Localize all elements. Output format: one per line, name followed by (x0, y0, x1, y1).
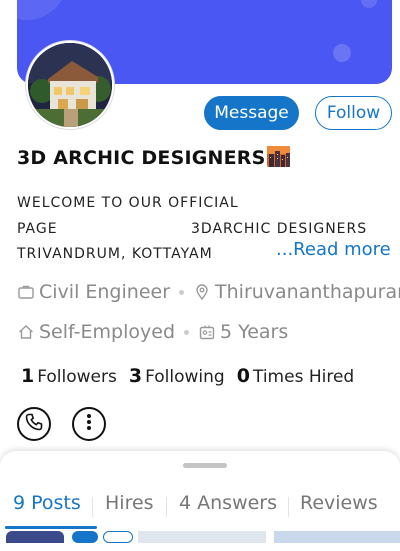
call-button[interactable] (17, 407, 51, 441)
city-sunset-icon (266, 146, 290, 167)
message-button[interactable]: Message (204, 96, 299, 130)
location-pin-icon (193, 283, 211, 301)
tab-posts[interactable]: 9 Posts (13, 492, 81, 514)
tab-divider (288, 497, 289, 517)
post-thumbnail (72, 531, 98, 543)
cover-decoration (361, 0, 377, 8)
location-text: Thiruvananthapuram (215, 281, 400, 303)
followers-stat[interactable]: 1 Followers (21, 365, 117, 387)
bio-line: PAGE (17, 221, 58, 237)
employment-experience-row: Self-Employed 5 Years (17, 321, 288, 343)
separator-dot (184, 329, 190, 335)
profession-location-row: Civil Engineer Thiruvananthapuram (17, 281, 400, 303)
tab-answers[interactable]: 4 Answers (179, 492, 277, 514)
post-thumbnail[interactable] (6, 531, 64, 543)
home-icon (17, 323, 35, 341)
bio-line: TRIVANDRUM, KOTTAYAM (17, 246, 213, 262)
post-thumbnail[interactable] (274, 531, 400, 543)
profile-name: 3D ARCHIC DESIGNERS (17, 146, 290, 169)
post-thumbnail[interactable] (138, 531, 266, 543)
read-more-link[interactable]: ...Read more (276, 239, 391, 260)
employment-text: Self-Employed (39, 321, 176, 343)
times-hired-label: Times Hired (252, 367, 355, 387)
following-label: Following (145, 367, 225, 387)
profile-name-text: 3D ARCHIC DESIGNERS (17, 147, 266, 169)
followers-count: 1 (21, 365, 35, 387)
more-vertical-icon (79, 412, 99, 436)
experience-text: 5 Years (220, 321, 289, 343)
drag-handle[interactable] (183, 463, 227, 468)
cover-decoration (17, 0, 67, 20)
tab-hires[interactable]: Hires (105, 492, 154, 514)
avatar[interactable] (26, 41, 114, 129)
following-count: 3 (128, 365, 143, 387)
briefcase-icon (17, 283, 35, 301)
times-hired-stat: 0 Times Hired (237, 365, 354, 387)
post-thumbnail (103, 531, 133, 543)
cover-decoration (333, 44, 351, 62)
profession-text: Civil Engineer (39, 281, 171, 303)
stats-row: 1 Followers 3 Following 0 Times Hired (21, 365, 366, 387)
separator-dot (179, 289, 185, 295)
content-sheet: 9 Posts Hires 4 Answers Reviews (0, 451, 400, 551)
followers-label: Followers (37, 367, 117, 387)
tab-divider (166, 497, 167, 517)
bio-line: WELCOME TO OUR OFFICIAL (17, 195, 239, 211)
tab-reviews[interactable]: Reviews (300, 492, 378, 514)
post-thumbnails-peek (0, 529, 400, 543)
phone-icon (24, 412, 44, 436)
id-badge-icon (198, 323, 216, 341)
profile-tabs: 9 Posts Hires 4 Answers Reviews (0, 492, 400, 522)
more-options-button[interactable] (72, 407, 106, 441)
tab-divider (92, 497, 93, 517)
following-stat[interactable]: 3 Following (129, 365, 225, 387)
times-hired-count: 0 (236, 365, 250, 387)
follow-button[interactable]: Follow (315, 96, 392, 130)
